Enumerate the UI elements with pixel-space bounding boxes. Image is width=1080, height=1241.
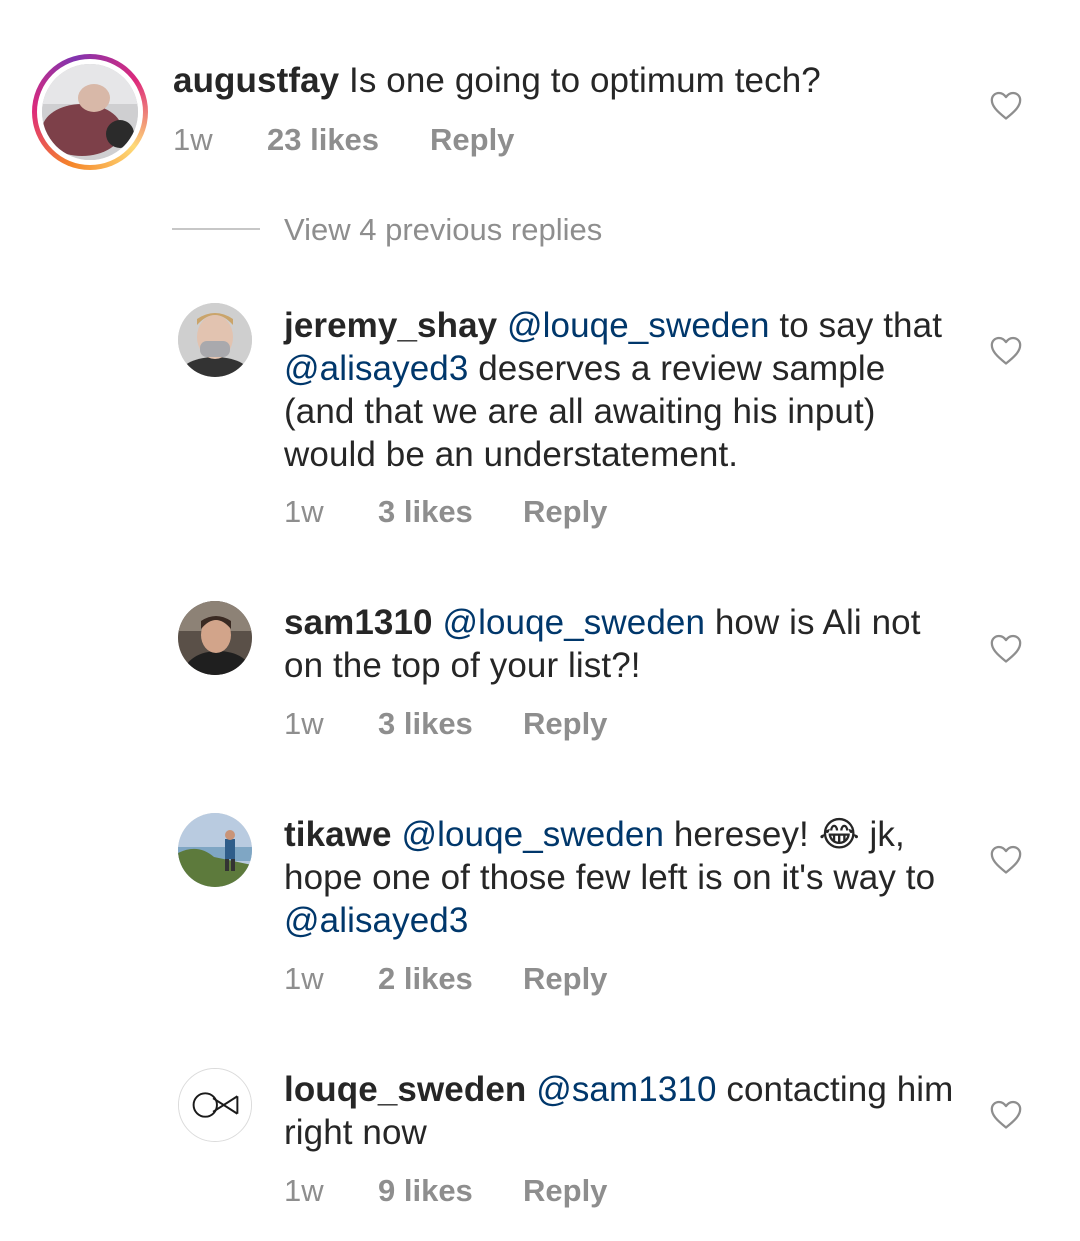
avatar-image: [178, 813, 252, 887]
reply-username[interactable]: sam1310: [284, 603, 433, 642]
comment-time: 1w: [173, 122, 213, 157]
mention-link[interactable]: @louqe_sweden: [442, 603, 705, 642]
reply-time: 1w: [284, 961, 324, 996]
avatar[interactable]: [42, 64, 138, 160]
reply-meta: 1w 2 likes Reply: [284, 961, 684, 997]
reply-text: louqe_sweden @sam1310 contacting him rig…: [284, 1068, 954, 1154]
avatar[interactable]: [178, 601, 252, 675]
reply-likes[interactable]: 2 likes: [378, 961, 473, 997]
comment-text: augustfay Is one going to optimum tech?: [173, 59, 953, 102]
reply-button[interactable]: Reply: [430, 122, 514, 158]
reply-meta: 1w 9 likes Reply: [284, 1173, 684, 1209]
reply-text: tikawe @louqe_sweden heresey! 😂 jk, hope…: [284, 813, 954, 942]
comment-likes[interactable]: 23 likes: [267, 122, 379, 158]
like-icon[interactable]: [989, 632, 1023, 664]
like-icon[interactable]: [989, 1098, 1023, 1130]
reply-text: jeremy_shay @louqe_sweden to say that @a…: [284, 304, 954, 476]
reply-text: sam1310 @louqe_sweden how is Ali not on …: [284, 601, 954, 687]
like-icon[interactable]: [989, 334, 1023, 366]
view-replies-label[interactable]: View 4 previous replies: [284, 212, 602, 248]
like-icon[interactable]: [989, 89, 1023, 121]
reply-meta: 1w 3 likes Reply: [284, 494, 684, 530]
comment-body: Is one going to optimum tech?: [349, 61, 821, 100]
comment-username[interactable]: augustfay: [173, 61, 339, 100]
reply-username[interactable]: jeremy_shay: [284, 306, 497, 345]
avatar[interactable]: [178, 813, 252, 887]
reply-likes[interactable]: 3 likes: [378, 706, 473, 742]
mention-link[interactable]: @louqe_sweden: [507, 306, 770, 345]
louqe-logo-icon: [179, 1069, 251, 1141]
avatar[interactable]: [178, 1068, 252, 1142]
reply-meta: 1w 3 likes Reply: [284, 706, 684, 742]
reply-button[interactable]: Reply: [523, 494, 607, 530]
mention-link[interactable]: @alisayed3: [284, 349, 468, 388]
reply-button[interactable]: Reply: [523, 961, 607, 997]
reply-likes[interactable]: 9 likes: [378, 1173, 473, 1209]
reply-button[interactable]: Reply: [523, 1173, 607, 1209]
avatar-image: [178, 601, 252, 675]
reply-username[interactable]: louqe_sweden: [284, 1070, 526, 1109]
avatar-image: [42, 64, 138, 160]
like-icon[interactable]: [989, 843, 1023, 875]
comment-meta: 1w 23 likes Reply: [173, 122, 573, 158]
reply-body: to say that: [769, 306, 943, 345]
reply-time: 1w: [284, 494, 324, 529]
avatar-image: [178, 303, 252, 377]
divider-line: [172, 228, 260, 230]
mention-link[interactable]: @alisayed3: [284, 901, 468, 940]
mention-link[interactable]: @sam1310: [536, 1070, 716, 1109]
reply-time: 1w: [284, 1173, 324, 1208]
reply-button[interactable]: Reply: [523, 706, 607, 742]
mention-link[interactable]: @louqe_sweden: [401, 815, 664, 854]
reply-likes[interactable]: 3 likes: [378, 494, 473, 530]
reply-time: 1w: [284, 706, 324, 741]
avatar[interactable]: [178, 303, 252, 377]
main-comment: augustfay Is one going to optimum tech? …: [0, 0, 1080, 200]
reply-username[interactable]: tikawe: [284, 815, 392, 854]
view-previous-replies[interactable]: View 4 previous replies: [172, 212, 672, 252]
